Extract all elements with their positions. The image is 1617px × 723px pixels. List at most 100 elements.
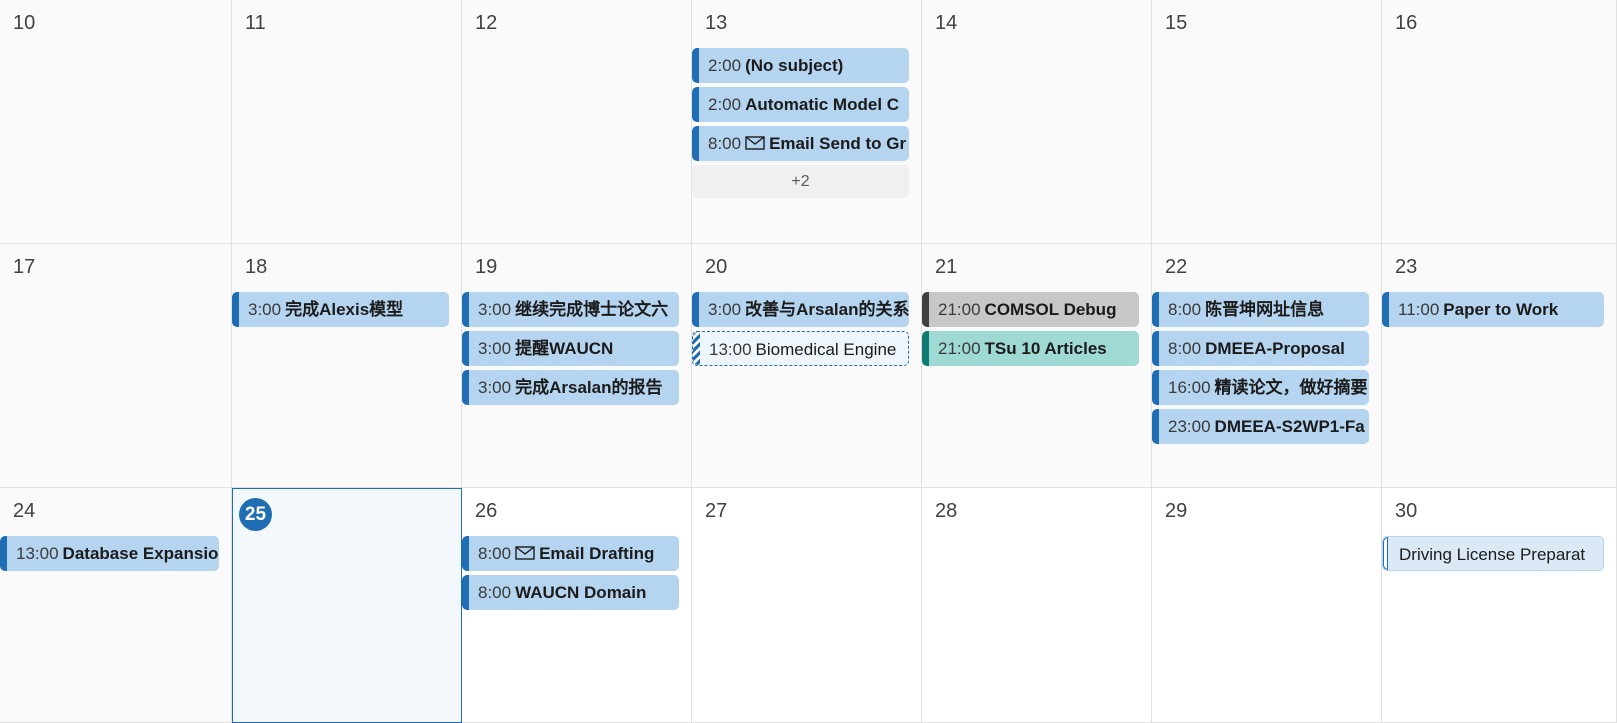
day-cell[interactable]: 25: [232, 488, 462, 723]
calendar-event[interactable]: 16:00 精读论文，做好摘要: [1152, 370, 1369, 405]
mail-icon: [515, 537, 535, 560]
day-cell[interactable]: 29: [1152, 488, 1382, 723]
event-title: Email Send to Gr: [769, 134, 907, 153]
calendar-event[interactable]: 13:00 Biomedical Engine: [692, 331, 909, 366]
day-number: 16: [1395, 12, 1418, 34]
calendar-event[interactable]: 11:00 Paper to Work: [1382, 292, 1604, 327]
calendar-event[interactable]: 3:00 提醒WAUCN: [462, 331, 679, 366]
event-time: 3:00: [478, 378, 512, 397]
day-cell[interactable]: 11: [232, 0, 462, 244]
day-cell[interactable]: 17: [0, 244, 232, 488]
event-time: 23:00: [1168, 417, 1211, 436]
event-title: Automatic Model C: [745, 95, 900, 114]
day-number: 11: [245, 12, 266, 34]
day-cell[interactable]: 13 2:00 (No subject) 2:00 Automatic Model C8…: [692, 0, 922, 244]
event-title: Email Drafting: [539, 544, 655, 563]
calendar-event[interactable]: 21:00 COMSOL Debug: [922, 292, 1139, 327]
day-cell[interactable]: 18 3:00 完成Alexis模型: [232, 244, 462, 488]
calendar-event[interactable]: 8:00 陈晋坤网址信息: [1152, 292, 1369, 327]
calendar-event[interactable]: 3:00 继续完成博士论文六: [462, 292, 679, 327]
day-cell[interactable]: 16: [1382, 0, 1617, 244]
day-number: 13: [705, 12, 728, 34]
day-events: 8:00 陈晋坤网址信息 8:00 DMEEA-Proposal 16:00 精读论文，做…: [1152, 292, 1381, 448]
day-cell[interactable]: 21 21:00 COMSOL Debug 21:00 TSu 10 Articles: [922, 244, 1152, 488]
calendar-event[interactable]: 8:00 DMEEA-Proposal: [1152, 331, 1369, 366]
day-cell[interactable]: 15: [1152, 0, 1382, 244]
day-cell[interactable]: 14: [922, 0, 1152, 244]
event-time: 8:00: [1168, 339, 1202, 358]
day-number: 26: [475, 500, 498, 522]
event-time: 8:00: [708, 134, 742, 153]
event-title: DMEEA-S2WP1-Fa: [1214, 417, 1365, 436]
day-number: 22: [1165, 256, 1188, 278]
calendar-event[interactable]: 21:00 TSu 10 Articles: [922, 331, 1139, 366]
event-title: 陈晋坤网址信息: [1205, 300, 1325, 319]
calendar-event[interactable]: 2:00 (No subject): [692, 48, 909, 83]
event-title: Paper to Work: [1443, 300, 1559, 319]
event-time: 13:00: [16, 544, 59, 563]
day-cell[interactable]: 22 8:00 陈晋坤网址信息 8:00 DMEEA-Proposal 16:00 精读论文…: [1152, 244, 1382, 488]
calendar-event[interactable]: 23:00 DMEEA-S2WP1-Fa: [1152, 409, 1369, 444]
event-title: COMSOL Debug: [984, 300, 1117, 319]
day-events: 8:00 Email Drafting 8:00 WAUCN Domain: [462, 536, 691, 614]
day-cell[interactable]: 19 3:00 继续完成博士论文六 3:00 提醒WAUCN 3:00 完成Arsalan的…: [462, 244, 692, 488]
day-number: 24: [13, 500, 36, 522]
day-events: 13:00 Database Expansio: [0, 536, 231, 575]
event-title: 完成Arsalan的报告: [515, 378, 663, 397]
event-time: 21:00: [938, 300, 981, 319]
day-number: 15: [1165, 12, 1188, 34]
day-cell[interactable]: 27: [692, 488, 922, 723]
event-time: 3:00: [248, 300, 282, 319]
day-number: 14: [935, 12, 958, 34]
calendar-event[interactable]: 8:00 Email Drafting: [462, 536, 679, 571]
event-title: 提醒WAUCN: [515, 339, 614, 358]
event-title: Biomedical Engine: [755, 340, 897, 359]
event-title: 继续完成博士论文六: [515, 300, 669, 319]
event-title: (No subject): [745, 56, 844, 75]
event-time: 13:00: [709, 340, 752, 359]
day-events: 3:00 完成Alexis模型: [232, 292, 461, 331]
day-cell[interactable]: 26 8:00 Email Drafting 8:00 WAUCN Domain: [462, 488, 692, 723]
calendar-event[interactable]: Driving License Preparat: [1382, 536, 1604, 571]
day-events: 3:00 改善与Arsalan的关系 13:00 Biomedical Engine: [692, 292, 921, 370]
today-date-badge: 25: [239, 498, 272, 531]
calendar-event[interactable]: 13:00 Database Expansio: [0, 536, 219, 571]
calendar-event[interactable]: 3:00 改善与Arsalan的关系: [692, 292, 909, 327]
day-number: 12: [475, 12, 498, 34]
day-cell[interactable]: 30 Driving License Preparat: [1382, 488, 1617, 723]
event-time: 21:00: [938, 339, 981, 358]
day-cell[interactable]: 24 13:00 Database Expansio: [0, 488, 232, 723]
day-events: 2:00 (No subject) 2:00 Automatic Model C 8:0…: [692, 48, 921, 198]
calendar-event[interactable]: 8:00 Email Send to Gr: [692, 126, 909, 161]
event-title: 精读论文，做好摘要: [1214, 378, 1368, 397]
calendar-event[interactable]: 3:00 完成Alexis模型: [232, 292, 449, 327]
day-cell[interactable]: 23 11:00 Paper to Work: [1382, 244, 1617, 488]
event-time: 11:00: [1398, 300, 1440, 319]
calendar-event[interactable]: 3:00 完成Arsalan的报告: [462, 370, 679, 405]
more-events-button[interactable]: +2: [692, 165, 909, 198]
day-cell[interactable]: 10: [0, 0, 232, 244]
event-time: 2:00: [708, 56, 742, 75]
day-number: 17: [13, 256, 36, 278]
calendar-event[interactable]: 2:00 Automatic Model C: [692, 87, 909, 122]
event-time: 8:00: [478, 544, 512, 563]
event-time: 3:00: [478, 339, 512, 358]
day-cell[interactable]: 20 3:00 改善与Arsalan的关系 13:00 Biomedical Engin…: [692, 244, 922, 488]
event-title: TSu 10 Articles: [984, 339, 1107, 358]
event-time: 16:00: [1168, 378, 1211, 397]
day-cell[interactable]: 12: [462, 0, 692, 244]
event-time: 8:00: [478, 583, 512, 602]
event-time: 2:00: [708, 95, 742, 114]
day-number: 28: [935, 500, 958, 522]
event-title: 改善与Arsalan的关系: [745, 300, 909, 319]
event-time: 3:00: [478, 300, 512, 319]
day-number: 21: [935, 256, 958, 278]
day-number: 29: [1165, 500, 1188, 522]
day-number: 18: [245, 256, 268, 278]
calendar-event[interactable]: 8:00 WAUCN Domain: [462, 575, 679, 610]
day-events: Driving License Preparat: [1382, 536, 1616, 575]
day-events: 21:00 COMSOL Debug 21:00 TSu 10 Articles: [922, 292, 1151, 370]
event-title: Driving License Preparat: [1399, 545, 1586, 564]
day-cell[interactable]: 28: [922, 488, 1152, 723]
event-title: WAUCN Domain: [515, 583, 647, 602]
